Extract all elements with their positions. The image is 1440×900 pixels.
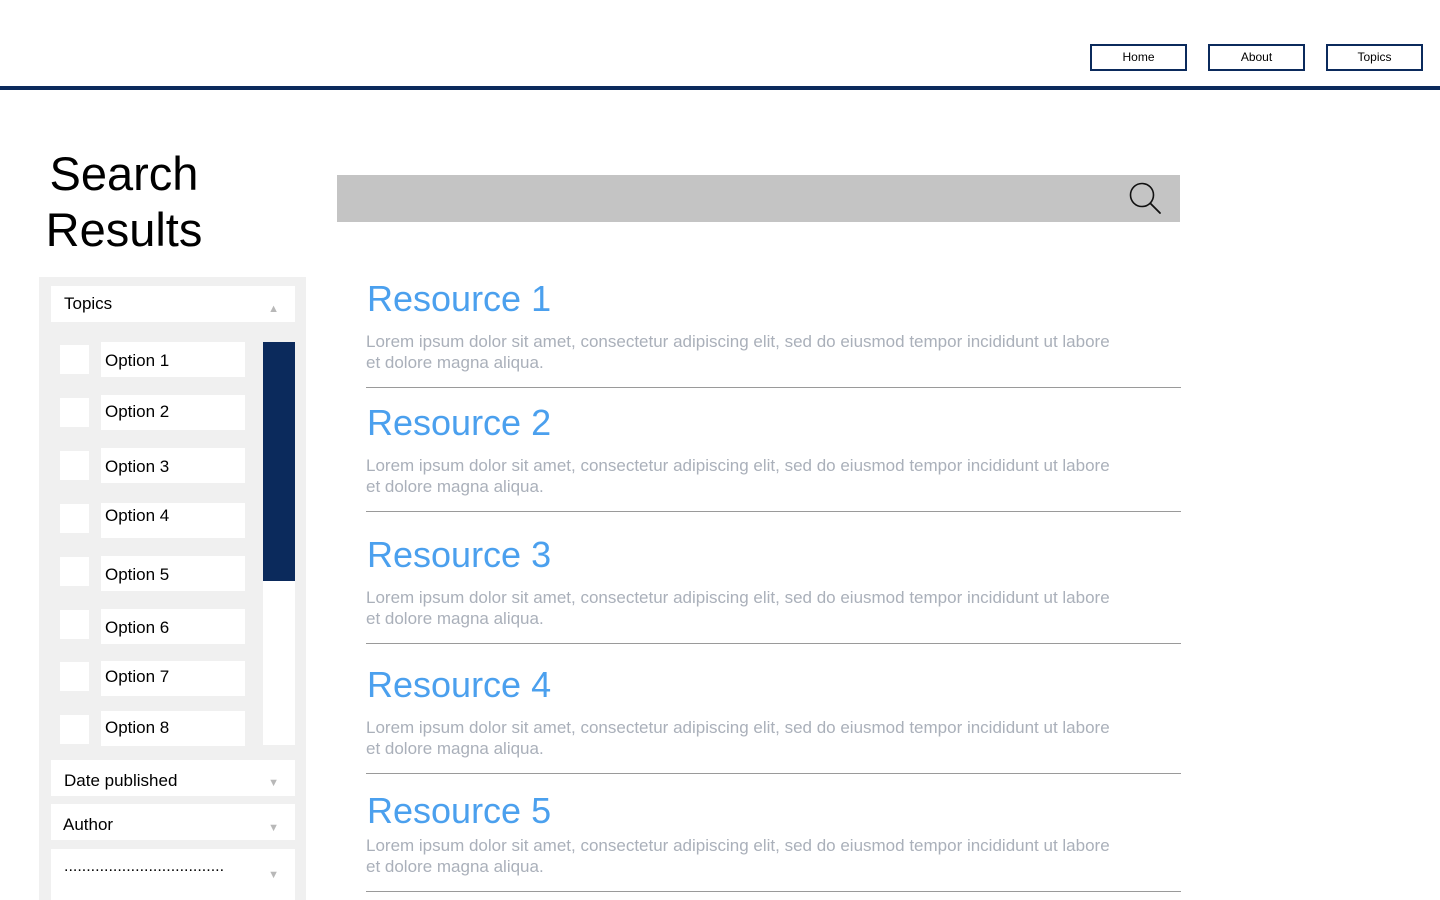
search-icon[interactable]: [1127, 180, 1165, 218]
nav-topics-button[interactable]: Topics: [1326, 44, 1423, 71]
option-8-checkbox[interactable]: [60, 715, 89, 744]
option-3-checkbox[interactable]: [60, 451, 89, 480]
chevron-down-icon: ▼: [268, 777, 279, 789]
result-description: Lorem ipsum dolor sit amet, consectetur …: [366, 456, 1110, 496]
options-scrollbar[interactable]: [263, 342, 295, 745]
author-dropdown[interactable]: Author ▼: [51, 804, 295, 840]
author-label: Author: [63, 815, 114, 834]
option-2-label[interactable]: Option 2: [101, 395, 245, 430]
result-description: Lorem ipsum dolor sit amet, consectetur …: [366, 836, 1110, 876]
search-input[interactable]: [337, 175, 1117, 222]
option-5-checkbox[interactable]: [60, 557, 89, 586]
option-1-checkbox[interactable]: [60, 345, 89, 374]
option-4-checkbox[interactable]: [60, 504, 89, 533]
option-6-checkbox[interactable]: [60, 610, 89, 639]
more-filters-label: ....................................: [64, 858, 225, 875]
topics-dropdown-label: Topics: [64, 294, 113, 313]
result-title-link[interactable]: Resource 2: [367, 403, 551, 443]
nav-home-button[interactable]: Home: [1090, 44, 1187, 71]
chevron-down-icon: ▼: [268, 869, 279, 881]
date-published-dropdown[interactable]: Date published ▼: [51, 760, 295, 796]
result-description: Lorem ipsum dolor sit amet, consectetur …: [366, 332, 1110, 372]
option-7-label[interactable]: Option 7: [101, 661, 245, 696]
filter-sidebar: Topics ▲ Option 1 Option 2 Option 3 Opti…: [39, 277, 306, 900]
header-divider: [0, 86, 1440, 90]
result-description: Lorem ipsum dolor sit amet, consectetur …: [366, 718, 1110, 758]
result-title-link[interactable]: Resource 5: [367, 791, 551, 831]
search-bar: [337, 175, 1180, 222]
nav-about-button[interactable]: About: [1208, 44, 1305, 71]
result-description: Lorem ipsum dolor sit amet, consectetur …: [366, 588, 1110, 628]
option-3-label[interactable]: Option 3: [101, 448, 245, 483]
option-2-checkbox[interactable]: [60, 398, 89, 427]
option-7-checkbox[interactable]: [60, 662, 89, 691]
option-1-label[interactable]: Option 1: [101, 342, 245, 377]
result-divider: [366, 511, 1181, 512]
chevron-up-icon: ▲: [268, 303, 279, 315]
option-8-label[interactable]: Option 8: [101, 711, 245, 746]
more-filters-dropdown[interactable]: .................................... ▼: [51, 849, 295, 900]
topics-dropdown[interactable]: Topics ▲: [51, 286, 295, 322]
result-title-link[interactable]: Resource 4: [367, 665, 551, 705]
option-6-label[interactable]: Option 6: [101, 609, 245, 644]
option-5-label[interactable]: Option 5: [101, 556, 245, 591]
result-divider: [366, 387, 1181, 388]
result-title-link[interactable]: Resource 1: [367, 279, 551, 319]
result-divider: [366, 891, 1181, 892]
chevron-down-icon: ▼: [268, 822, 279, 834]
page-title: Search Results: [45, 147, 203, 256]
result-divider: [366, 773, 1181, 774]
options-scrollbar-thumb[interactable]: [263, 342, 295, 581]
date-published-label: Date published: [64, 771, 178, 790]
result-divider: [366, 643, 1181, 644]
result-title-link[interactable]: Resource 3: [367, 535, 551, 575]
option-4-label[interactable]: Option 4: [101, 503, 245, 538]
